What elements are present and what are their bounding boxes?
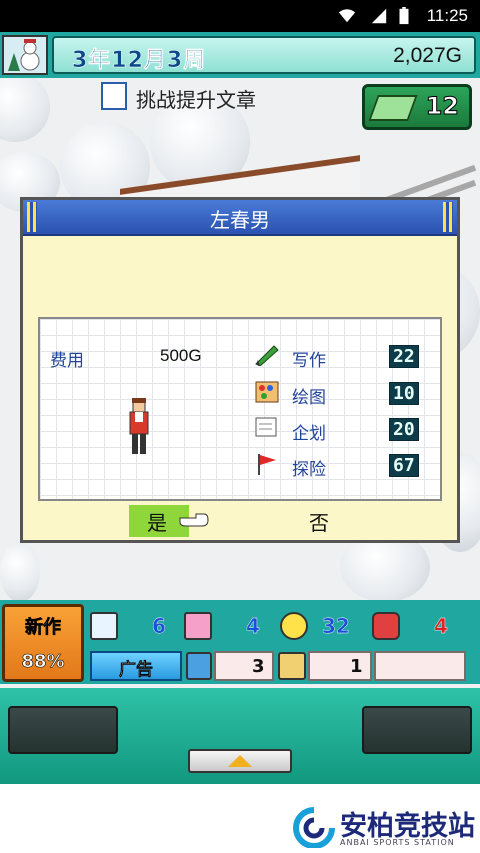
computer-count-cell: 1 [308,651,372,681]
wifi-icon [338,9,356,23]
stats-panel [38,317,442,501]
flag-icon [258,454,276,475]
book-count: 12 [425,92,459,121]
stat-value-planning: 20 [389,418,419,441]
fan-count: 32 [322,614,350,638]
clock: 11:25 [426,6,468,25]
right-action-button[interactable] [362,706,472,754]
signal-icon [371,8,387,24]
stat-label-writing: 写作 [292,351,326,371]
watermark: 安柏竞技站 ANBAI SPORTS STATION [282,800,480,853]
document-stat-icon [90,612,118,640]
no-button[interactable]: 否 [309,507,329,536]
expand-menu-button[interactable] [188,749,292,773]
tv-stat-icon [184,612,212,640]
yes-label: 是 [147,511,167,535]
pointer-hand-icon [179,513,209,527]
up-arrow-icon [228,755,252,767]
snow-tree [0,542,40,602]
battery-icon [399,7,409,25]
computer-count: 1 [350,656,363,677]
date-panel: 3年12月3周 2,027G [52,36,476,74]
new-work-box[interactable]: 新作 88% [2,604,84,682]
tv-count: 4 [246,614,260,638]
snowman-icon[interactable] [2,35,48,75]
new-work-label: 新作 [25,617,62,639]
building-stat-icon [186,652,212,680]
stat-label-planning: 企划 [292,424,326,444]
palette-icon [255,381,279,403]
cost-value: 500G [160,346,202,365]
stat-label-adventure: 探险 [292,460,326,480]
mailbox-icon [372,612,400,640]
stat-label-drawing: 绘图 [292,388,326,408]
computer-stat-icon [278,652,306,680]
building-count-cell: 3 [214,651,274,681]
pencil-icon [255,345,279,366]
stat-value-writing: 22 [389,345,419,368]
dialog-title-bar: 左春男 [23,200,457,236]
status-bar: 11:25 [0,0,480,32]
stat-value-drawing: 10 [389,382,419,405]
watermark-subtext: ANBAI SPORTS STATION [340,838,455,847]
book-icon [368,95,418,121]
dialog-subtitle: 挑战提升文章 [136,88,256,112]
document-count: 6 [152,614,166,638]
document-icon [101,82,127,110]
planning-icon [255,417,277,437]
ad-button[interactable]: 广告 [90,651,182,681]
empty-cell [374,651,466,681]
mail-count: 4 [434,614,448,638]
money-display: 2,027G [393,44,462,67]
cost-label: 费用 [50,351,84,371]
building-count: 3 [252,656,265,677]
stat-value-adventure: 67 [389,454,419,477]
book-counter[interactable]: 12 [362,84,472,130]
left-action-button[interactable] [8,706,118,754]
game-date: 3年12月3周 [72,48,207,74]
smiley-icon [280,612,308,640]
new-work-percent: 88% [21,651,65,673]
top-bar: 3年12月3周 2,027G [0,32,480,78]
character-sprite [129,398,149,454]
watermark-logo [293,807,335,848]
character-name: 左春男 [210,208,270,232]
